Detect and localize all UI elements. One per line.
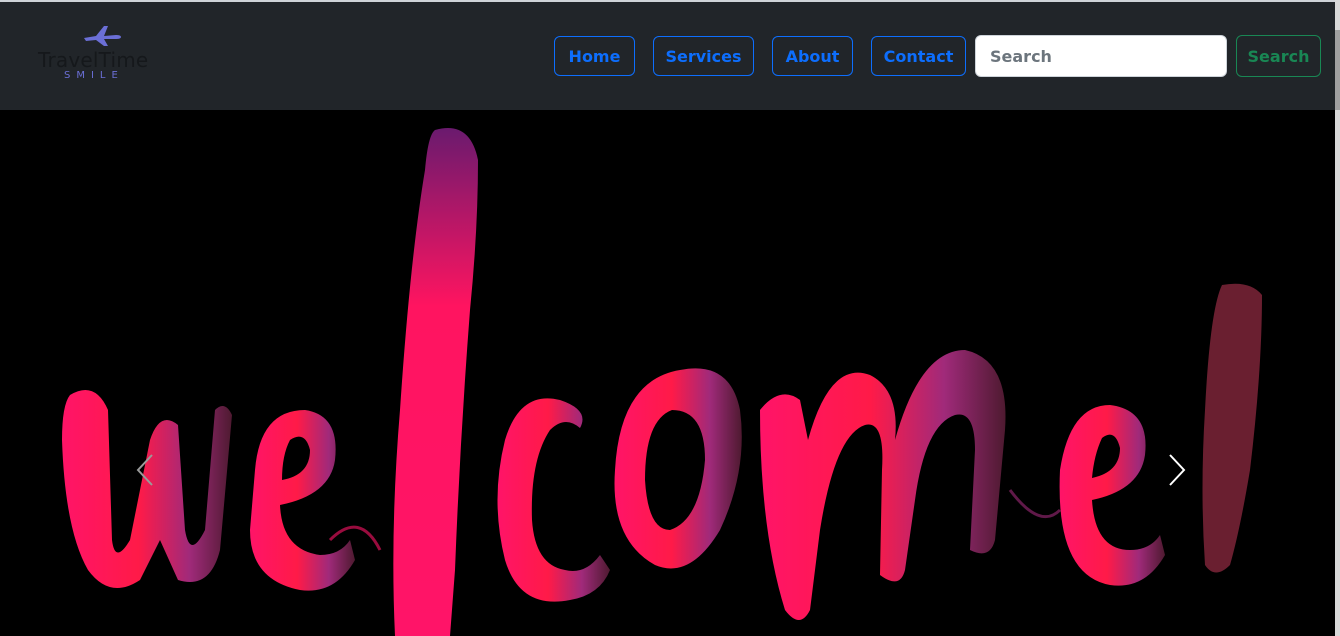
navbar: TravelTime SMILE Home Services About Con…: [0, 2, 1335, 110]
search-button[interactable]: Search: [1236, 35, 1321, 77]
chevron-right-icon: [1169, 454, 1186, 486]
nav-home-button[interactable]: Home: [554, 36, 635, 76]
nav-contact-button[interactable]: Contact: [871, 36, 966, 76]
brand-logo[interactable]: TravelTime SMILE: [36, 24, 166, 86]
carousel-prev-button[interactable]: [125, 440, 165, 500]
chevron-left-icon: [136, 454, 153, 486]
airplane-icon: [84, 26, 121, 46]
scrollbar-thumb[interactable]: [1335, 30, 1340, 110]
carousel-next-button[interactable]: [1157, 440, 1197, 500]
welcome-slide-image: [62, 128, 1262, 636]
page-scrollbar[interactable]: [1335, 0, 1340, 636]
hero-carousel: [0, 110, 1335, 636]
search-input[interactable]: [975, 35, 1227, 77]
nav-about-button[interactable]: About: [772, 36, 853, 76]
brand-subtitle: SMILE: [64, 70, 124, 81]
nav-services-button[interactable]: Services: [653, 36, 754, 76]
brand-title: TravelTime: [38, 48, 149, 72]
